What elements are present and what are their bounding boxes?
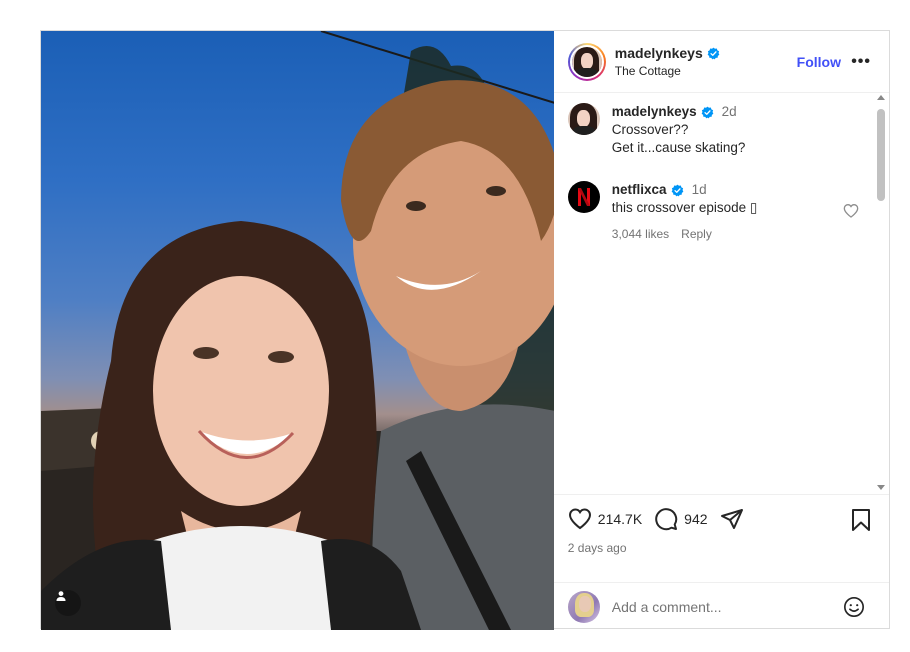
verified-badge-icon [701,106,713,118]
save-bookmark-icon[interactable] [851,509,871,531]
scroll-up-arrow-icon[interactable] [877,95,885,100]
like-comment-heart-icon[interactable] [843,203,859,219]
follow-button[interactable]: Follow [797,54,841,70]
comment-time[interactable]: 1d [692,181,707,199]
comments-list[interactable]: madelynkeys 2d Crossover?? Get it...caus… [554,93,889,494]
post-details-panel: madelynkeys The Cottage Follow ••• madel… [553,31,889,630]
netflix-avatar[interactable] [567,181,600,213]
share-paper-plane-icon[interactable] [720,507,744,531]
caption-avatar[interactable] [567,103,600,135]
comment-username[interactable]: netflixca [612,181,667,199]
current-user-avatar [567,590,600,623]
comment-text: this crossover episode ▯ [611,200,758,215]
selfie-illustration [41,31,554,630]
author-avatar[interactable] [567,42,606,81]
caption-comment: madelynkeys 2d Crossover?? Get it...caus… [567,103,875,157]
comment-username[interactable]: madelynkeys [612,103,697,121]
post-photo[interactable] [41,31,554,630]
caption-line: Get it...cause skating? [611,140,746,155]
scroll-down-arrow-icon[interactable] [877,485,885,490]
post-header: madelynkeys The Cottage Follow ••• [553,31,889,93]
post-location[interactable]: The Cottage [615,64,720,78]
emoji-picker-icon[interactable] [843,596,865,618]
tagged-users-button[interactable] [55,590,81,616]
likes-count[interactable]: 214.7K [598,511,642,527]
post-card: madelynkeys The Cottage Follow ••• madel… [40,30,890,630]
comment-likes-count[interactable]: 3,044 likes [612,225,669,243]
comments-scrollbar[interactable] [875,93,887,494]
add-comment-bar [553,582,889,630]
more-options-icon[interactable]: ••• [851,53,871,71]
comments-count[interactable]: 942 [684,511,707,527]
reply-button[interactable]: Reply [681,225,712,243]
like-heart-icon[interactable] [568,507,592,531]
comment-time[interactable]: 2d [722,103,737,121]
caption-line: Crossover?? [611,122,689,137]
comment-item: netflixca 1d this crossover episode ▯ 3,… [567,181,875,243]
netflix-logo-icon [577,188,590,206]
comment-bubble-icon[interactable] [654,507,678,531]
author-username[interactable]: madelynkeys [615,45,703,61]
person-icon [56,591,66,601]
post-date[interactable]: 2 days ago [568,541,875,555]
verified-badge-icon [671,184,683,196]
verified-badge-icon [707,47,720,59]
scrollbar-thumb[interactable] [877,109,885,201]
add-comment-input[interactable] [611,598,822,615]
post-actions: 214.7K 942 2 days ago [553,494,889,582]
